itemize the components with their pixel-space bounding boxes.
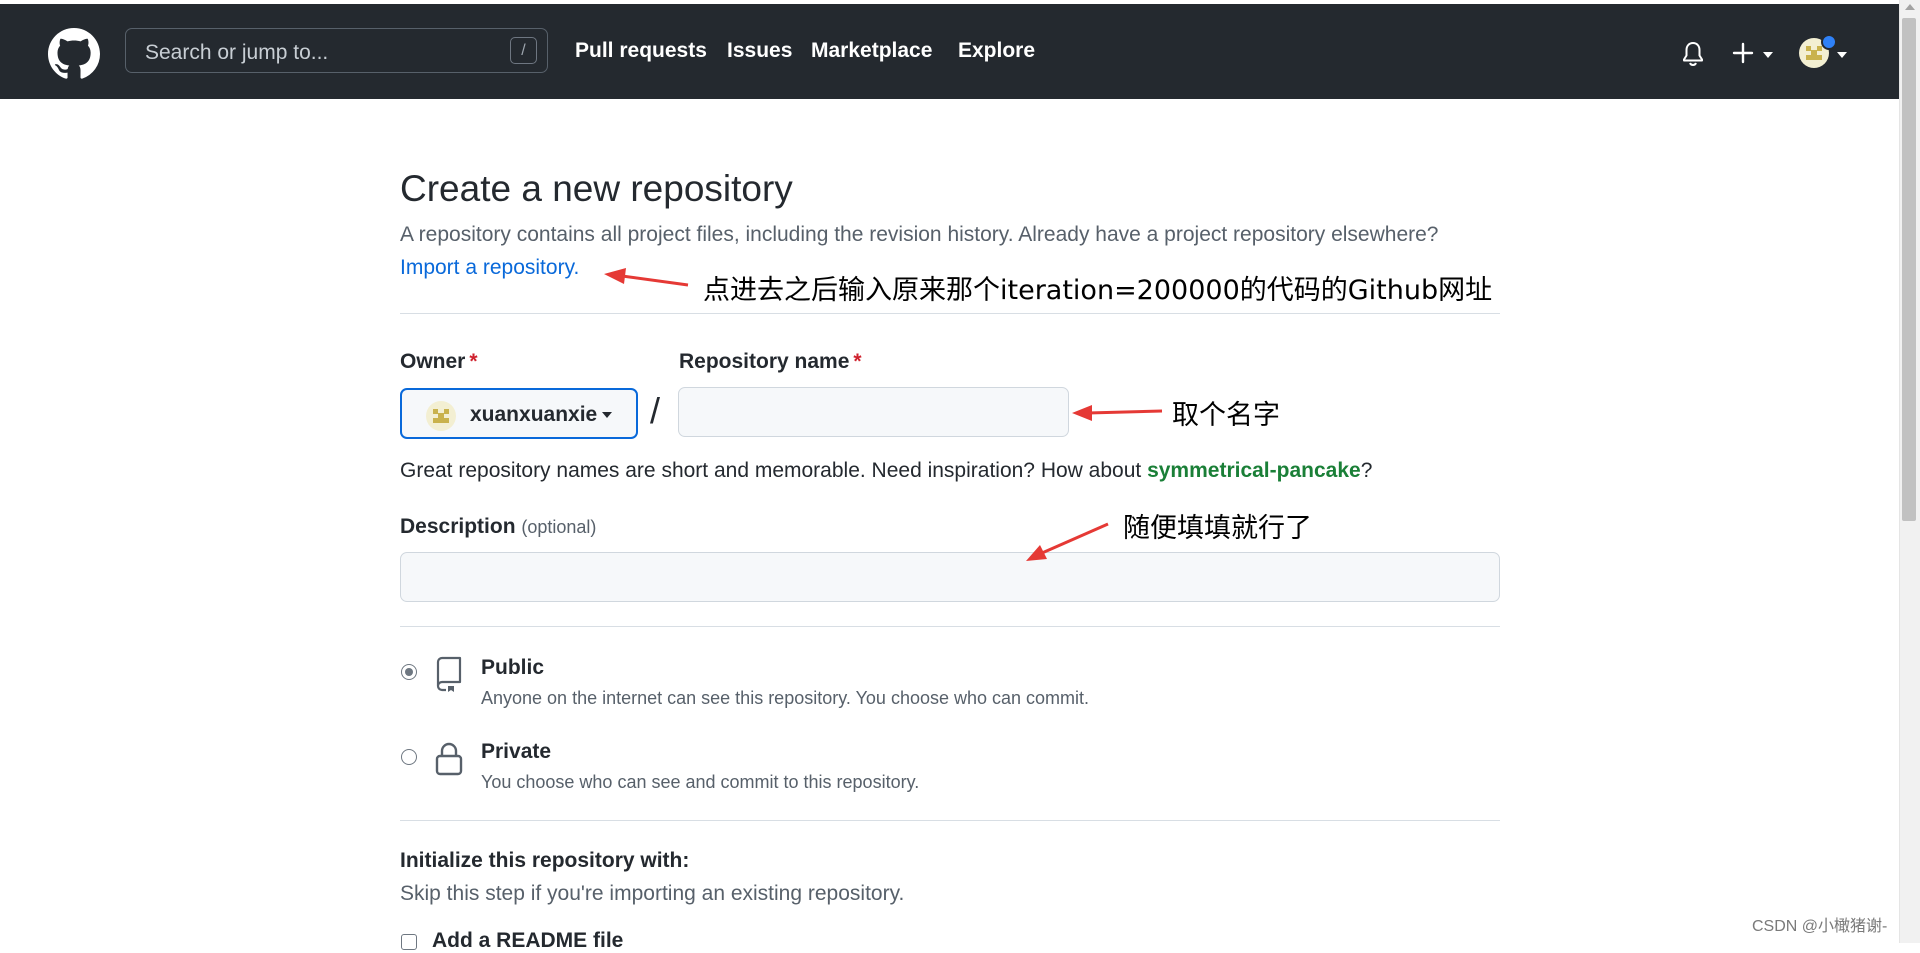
annotation-arrows	[604, 268, 1163, 561]
annotation-description: 随便填填就行了	[1123, 513, 1312, 544]
annotation-name: 取个名字	[1172, 400, 1280, 431]
arrow-to-description	[1026, 522, 1109, 561]
watermark: CSDN @小橄猪谢-	[1752, 918, 1888, 935]
arrow-to-import-link	[604, 268, 689, 287]
annotation-import: 点进去之后输入原来那个iteration=200000的代码的Github网址	[703, 275, 1493, 306]
arrow-to-repo-name	[1072, 405, 1163, 421]
